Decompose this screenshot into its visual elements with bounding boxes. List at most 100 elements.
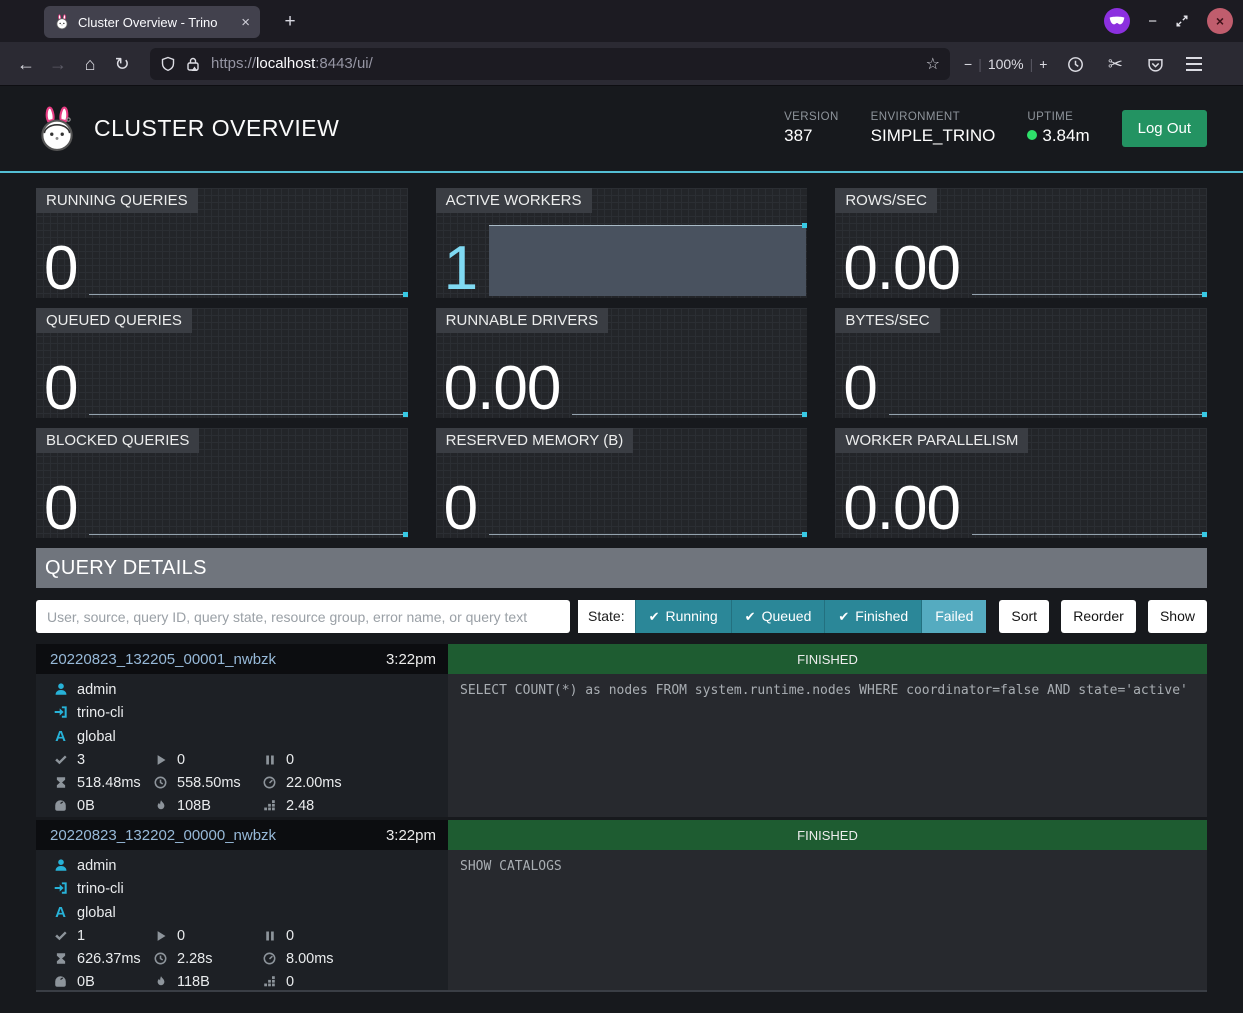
- connection-lock-icon[interactable]: [185, 56, 201, 72]
- tab-close-icon[interactable]: ×: [239, 15, 252, 30]
- show-dropdown[interactable]: Show: [1148, 600, 1207, 633]
- tile-bytes-sec: BYTES/SEC 0: [835, 308, 1207, 418]
- source-sign-in-icon: [52, 878, 69, 901]
- elapsed-time-clock-icon: [152, 772, 169, 795]
- query-row: 20220823_132205_00001_nwbzk 3:22pm FINIS…: [36, 644, 1207, 817]
- home-button[interactable]: ⌂: [74, 49, 106, 79]
- elapsed-time: 558.50ms: [177, 775, 241, 791]
- query-user: admin: [77, 858, 117, 874]
- private-browsing-icon: [1104, 8, 1130, 34]
- trino-logo: [36, 106, 78, 152]
- memory-weight-icon: [52, 971, 69, 994]
- query-user: admin: [77, 682, 117, 698]
- filter-failed-dropdown[interactable]: Failed: [921, 600, 986, 633]
- search-input[interactable]: [36, 600, 570, 633]
- new-tab-button[interactable]: +: [276, 8, 304, 36]
- user-icon: [52, 679, 69, 702]
- browser-tab[interactable]: Cluster Overview - Trino ×: [44, 6, 260, 38]
- filter-finished-button[interactable]: ✔Finished: [824, 600, 921, 633]
- elapsed-time-clock-icon: [152, 948, 169, 971]
- query-source: trino-cli: [77, 705, 124, 721]
- parallelism-chart-icon: [261, 795, 278, 818]
- cumulative-memory: 118B: [177, 974, 210, 990]
- zoom-level[interactable]: 100%: [988, 56, 1024, 72]
- bookmark-star-icon[interactable]: ☆: [926, 54, 940, 74]
- parallelism: 2.48: [286, 798, 314, 814]
- running-splits-play-icon: [152, 749, 169, 772]
- queued-splits-pause-icon: [261, 925, 278, 948]
- cpu-time: 8.00ms: [286, 951, 334, 967]
- tile-worker-parallelism: WORKER PARALLELISM 0.00: [835, 428, 1207, 538]
- wall-time: 518.48ms: [77, 775, 141, 791]
- queued-splits: 0: [286, 752, 294, 768]
- zoom-out-button[interactable]: −: [964, 56, 972, 72]
- window-titlebar: Cluster Overview - Trino × + − ×: [0, 0, 1243, 42]
- pocket-icon[interactable]: [1139, 49, 1171, 79]
- screenshot-scissors-icon[interactable]: ✂: [1099, 49, 1131, 79]
- filter-running-button[interactable]: ✔Running: [635, 600, 731, 633]
- query-resource-group: global: [77, 729, 116, 745]
- filter-queued-button[interactable]: ✔Queued: [731, 600, 825, 633]
- url-text: https://localhost:8443/ui/: [211, 55, 926, 72]
- query-info-panel: admin trino-cli Aglobal 3 0 0 518.48ms 5…: [36, 674, 448, 817]
- version-meta: VERSION 387: [784, 111, 839, 146]
- check-icon: ✔: [838, 609, 849, 624]
- zoom-in-button[interactable]: +: [1039, 56, 1047, 72]
- back-button[interactable]: ←: [10, 49, 42, 79]
- source-sign-in-icon: [52, 702, 69, 725]
- page-title: CLUSTER OVERVIEW: [94, 115, 339, 142]
- menu-hamburger-icon[interactable]: [1179, 49, 1209, 79]
- query-header: 20220823_132205_00001_nwbzk 3:22pm: [36, 644, 448, 674]
- sparkline: [972, 188, 1207, 298]
- tile-queued-queries: QUEUED QUERIES 0: [36, 308, 408, 418]
- stats-grid: RUNNING QUERIES 0 ACTIVE WORKERS 1 ROWS/…: [36, 188, 1207, 538]
- forward-button[interactable]: →: [42, 49, 74, 79]
- query-status-badge: FINISHED: [448, 644, 1207, 674]
- running-splits: 0: [177, 928, 185, 944]
- current-memory: 0B: [77, 798, 95, 814]
- sort-dropdown[interactable]: Sort: [999, 600, 1049, 633]
- check-icon: ✔: [649, 609, 660, 624]
- query-source: trino-cli: [77, 881, 124, 897]
- queued-splits-pause-icon: [261, 749, 278, 772]
- queued-splits: 0: [286, 928, 294, 944]
- window-minimize-button[interactable]: −: [1148, 13, 1157, 30]
- wall-time: 626.37ms: [77, 951, 141, 967]
- completed-splits: 1: [77, 928, 85, 944]
- tile-running-queries: RUNNING QUERIES 0: [36, 188, 408, 298]
- resource-group-icon: A: [52, 725, 69, 748]
- wall-time-hourglass-icon: [52, 948, 69, 971]
- query-sql-text: SELECT COUNT(*) as nodes FROM system.run…: [448, 674, 1207, 817]
- reload-button[interactable]: ↻: [106, 49, 138, 79]
- environment-meta: ENVIRONMENT SIMPLE_TRINO: [871, 111, 996, 146]
- query-id-link[interactable]: 20220823_132202_00000_nwbzk: [50, 827, 276, 844]
- running-splits-play-icon: [152, 925, 169, 948]
- query-time: 3:22pm: [386, 827, 436, 844]
- window-close-button[interactable]: ×: [1207, 8, 1233, 34]
- logout-button[interactable]: Log Out: [1122, 110, 1207, 147]
- completed-splits: 3: [77, 752, 85, 768]
- elapsed-time: 2.28s: [177, 951, 212, 967]
- cpu-time-gauge-icon: [261, 772, 278, 795]
- app-header: CLUSTER OVERVIEW VERSION 387 ENVIRONMENT…: [0, 86, 1243, 173]
- reorder-interval-dropdown[interactable]: Reorder Interval: [1061, 600, 1136, 633]
- query-row: 20220823_132202_00000_nwbzk 3:22pm FINIS…: [36, 820, 1207, 990]
- query-time: 3:22pm: [386, 651, 436, 668]
- cumulative-memory: 108B: [177, 798, 211, 814]
- url-bar[interactable]: https://localhost:8443/ui/ ☆: [150, 48, 950, 80]
- query-id-link[interactable]: 20220823_132205_00001_nwbzk: [50, 651, 276, 668]
- history-clock-icon[interactable]: [1059, 49, 1091, 79]
- window-restore-button[interactable]: [1175, 14, 1189, 28]
- query-status-badge: FINISHED: [448, 820, 1207, 850]
- uptime-status-dot: [1027, 130, 1037, 140]
- tracking-shield-icon[interactable]: [160, 56, 176, 72]
- current-memory: 0B: [77, 974, 95, 990]
- browser-navbar: ← → ⌂ ↻ https://localhost:8443/ui/ ☆ − |…: [0, 42, 1243, 86]
- user-icon: [52, 855, 69, 878]
- tile-rows-sec: ROWS/SEC 0.00: [835, 188, 1207, 298]
- running-splits: 0: [177, 752, 185, 768]
- cpu-time-gauge-icon: [261, 948, 278, 971]
- tile-runnable-drivers: RUNNABLE DRIVERS 0.00: [436, 308, 808, 418]
- tab-title: Cluster Overview - Trino: [78, 15, 239, 30]
- cumulative-memory-fire-icon: [152, 795, 169, 818]
